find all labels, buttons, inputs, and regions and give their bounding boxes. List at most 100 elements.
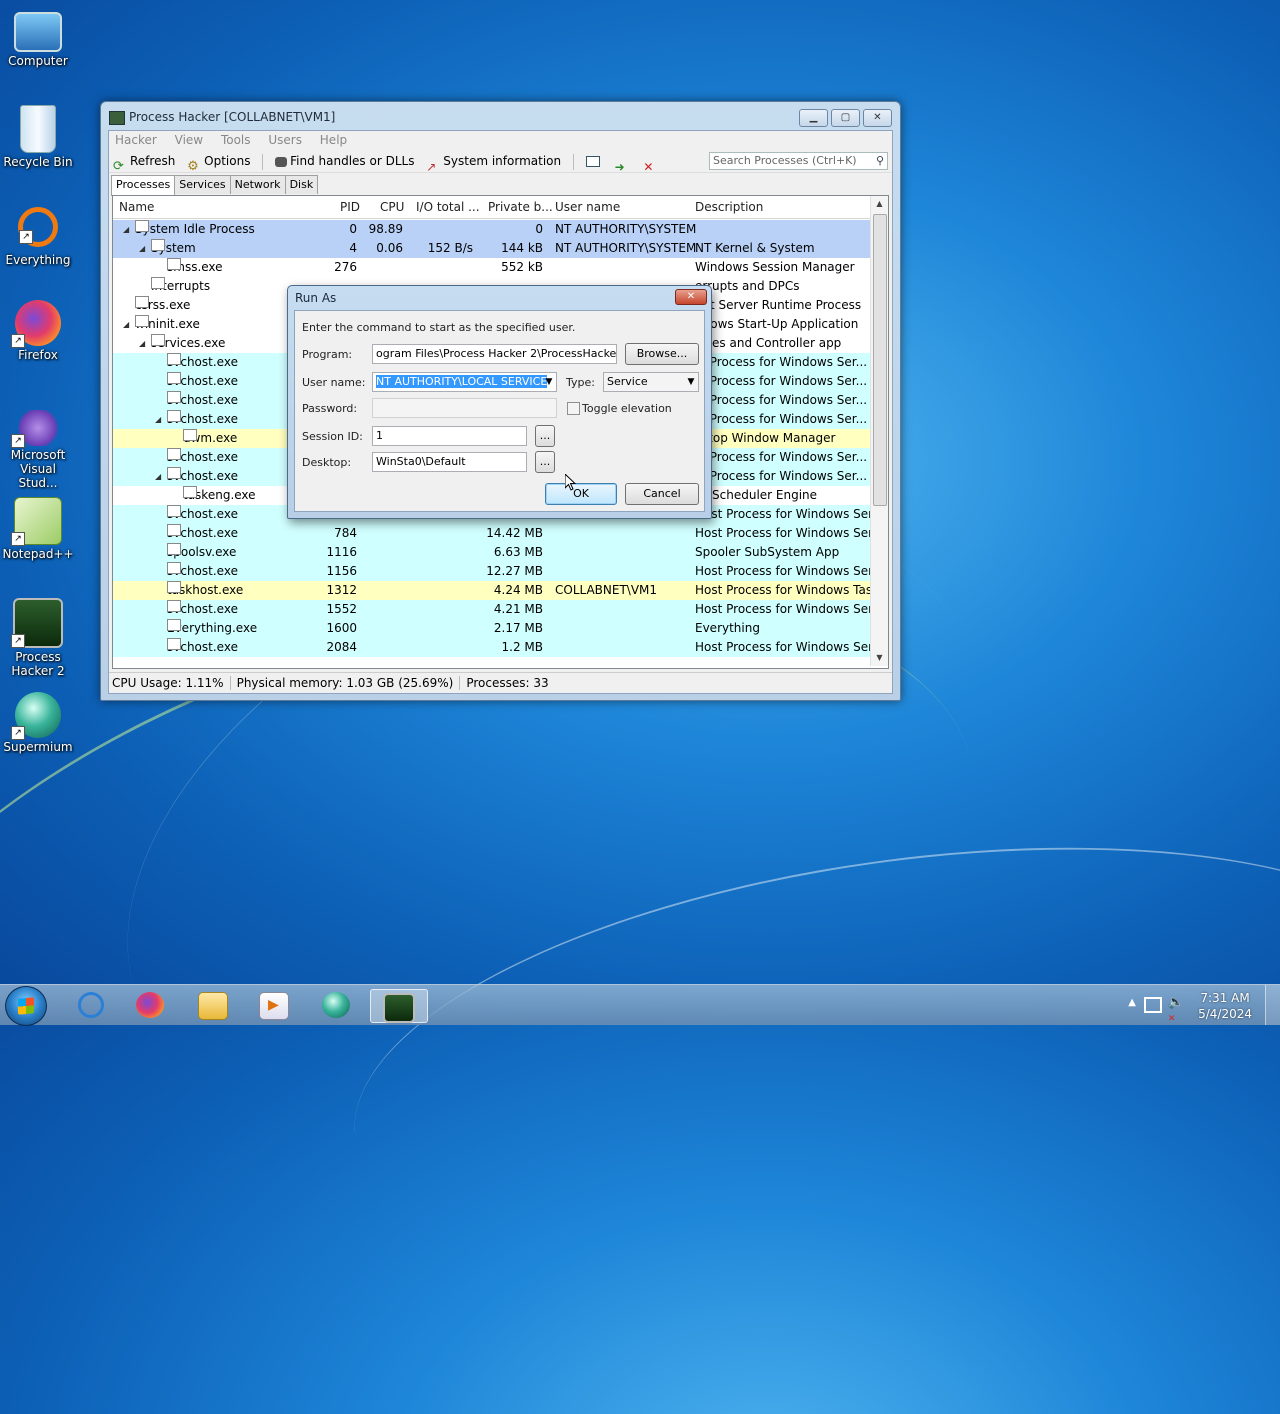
column-private-bytes[interactable]: Private b... <box>488 196 553 218</box>
process-hacker-icon: ↗ <box>11 598 63 648</box>
table-row[interactable]: svchost.exe 784 14.42 MB Host Process for W… <box>113 524 883 543</box>
desktop-icon-recycle-bin[interactable]: Recycle Bin <box>2 105 74 169</box>
table-row[interactable]: ◢ System Idle Process 0 98.89 0 NT AUTHORITY\… <box>113 220 870 239</box>
desktop-icon-visual-studio[interactable]: ↗ Microsoft Visual Stud... <box>2 410 74 490</box>
username-combo[interactable]: NT AUTHORITY\LOCAL SERVICE ▼ <box>372 372 557 392</box>
menu-hacker[interactable]: Hacker <box>115 133 157 147</box>
process-name-cell: csrss.exe <box>135 296 190 315</box>
taskbar-media-player[interactable]: ▶ <box>247 989 299 1021</box>
tree-expander[interactable]: ◢ <box>123 220 129 239</box>
menu-help[interactable]: Help <box>320 133 347 147</box>
close-button[interactable]: ✕ <box>863 109 892 127</box>
scroll-up-arrow[interactable]: ▲ <box>871 196 888 212</box>
system-info-button[interactable]: ↗ System information <box>426 150 561 174</box>
dialog-close-button[interactable]: ✕ <box>675 289 707 305</box>
menu-tools[interactable]: Tools <box>221 133 251 147</box>
tree-expander[interactable]: ◢ <box>139 239 145 258</box>
taskbar-internet-explorer[interactable] <box>64 989 116 1021</box>
volume-muted-icon[interactable]: 🔈✕ <box>1168 995 1184 1025</box>
scrollbar-thumb[interactable] <box>873 214 887 506</box>
options-button[interactable]: ⚙ Options <box>187 150 250 174</box>
desktop-icon-label: Everything <box>5 253 71 267</box>
tree-expander[interactable]: ◢ <box>123 315 129 334</box>
process-icon <box>167 505 181 517</box>
tab-processes[interactable]: Processes <box>111 175 176 196</box>
ok-button[interactable]: OK <box>545 483 617 505</box>
type-select[interactable]: Service ▼ <box>603 372 699 392</box>
maximize-button[interactable]: ▢ <box>831 109 860 127</box>
chevron-down-icon[interactable]: ▼ <box>684 373 698 391</box>
tree-expander[interactable]: ◢ <box>155 410 161 429</box>
find-handles-button[interactable]: Find handles or DLLs <box>275 150 414 172</box>
table-row[interactable]: svchost.exe 2084 1.2 MB Host Process for Wi… <box>113 638 883 657</box>
search-input[interactable]: Search Processes (Ctrl+K) ⚲ <box>709 152 888 170</box>
column-cpu[interactable]: CPU <box>380 196 404 218</box>
tab-network[interactable]: Network <box>229 175 286 194</box>
desktop-icon-computer[interactable]: Computer <box>2 8 74 68</box>
menu-users[interactable]: Users <box>268 133 302 147</box>
program-field[interactable]: ogram Files\Process Hacker 2\ProcessHack… <box>372 344 617 364</box>
process-icon <box>151 277 165 289</box>
table-row[interactable]: svchost.exe 1156 12.27 MB Host Process for … <box>113 562 883 581</box>
session-picker-button[interactable]: ... <box>535 425 555 447</box>
column-io[interactable]: I/O total ... <box>416 196 480 218</box>
desktop-icon-notepadpp[interactable]: ↗ Notepad++ <box>2 497 74 561</box>
process-name-cell: Interrupts <box>151 277 210 296</box>
column-name[interactable]: Name <box>119 196 154 218</box>
table-row[interactable]: spoolsv.exe 1116 6.63 MB Spooler SubSystem … <box>113 543 870 562</box>
start-button[interactable] <box>5 986 47 1026</box>
password-field[interactable] <box>372 398 557 418</box>
window-titlebar[interactable]: Process Hacker [COLLABNET\VM1] <box>109 110 800 128</box>
scroll-down-arrow[interactable]: ▼ <box>871 650 888 666</box>
tree-expander[interactable]: ◢ <box>155 467 161 486</box>
column-description[interactable]: Description <box>695 196 763 218</box>
desktop-icon-everything[interactable]: ↗ Everything <box>2 203 74 267</box>
taskbar-supermium[interactable] <box>310 989 362 1021</box>
show-hidden-icons-button[interactable]: ▲ <box>1128 997 1136 1008</box>
column-user-name[interactable]: User name <box>555 196 620 218</box>
desktop-icon-firefox[interactable]: ↗ Firefox <box>2 300 74 362</box>
network-icon[interactable] <box>1144 997 1162 1013</box>
desktop-icon-label: Recycle Bin <box>3 155 73 169</box>
taskbar-file-explorer[interactable] <box>186 989 238 1021</box>
cancel-button[interactable]: Cancel <box>625 483 699 505</box>
terminate-button[interactable]: ✕ <box>643 150 660 174</box>
process-icon <box>167 600 181 612</box>
desktop-field[interactable]: WinSta0\Default <box>372 452 527 472</box>
desktop-picker-button[interactable]: ... <box>535 451 555 473</box>
minimize-button[interactable]: ▁ <box>799 109 828 127</box>
desktop-icon-supermium[interactable]: ↗ Supermium <box>2 692 74 754</box>
table-row[interactable]: Everything.exe 1600 2.17 MB Everything <box>113 619 870 638</box>
process-private-bytes: 2.17 MB <box>493 621 543 635</box>
refresh-button[interactable]: ⟳ Refresh <box>113 150 175 174</box>
clock-date: 5/4/2024 <box>1198 1007 1252 1021</box>
desktop-icon-label: Computer <box>8 54 68 68</box>
vertical-scrollbar[interactable]: ▲ ▼ <box>870 196 888 666</box>
clock[interactable]: 7:31 AM 5/4/2024 <box>1198 990 1252 1022</box>
password-label: Password: <box>302 402 358 415</box>
taskbar-firefox[interactable] <box>124 989 176 1021</box>
table-row[interactable]: ◢ System 4 0.06 152 B/s 144 kB NT AUTHORITY\SY… <box>113 239 870 258</box>
session-id-value: 1 <box>376 429 383 442</box>
browse-button[interactable]: Browse... <box>625 343 699 365</box>
table-row[interactable]: svchost.exe 1552 4.21 MB Host Process for W… <box>113 600 883 619</box>
table-row[interactable]: smss.exe 276 552 kB Windows Session Manager <box>113 258 870 277</box>
toggle-elevation-checkbox[interactable] <box>567 402 580 415</box>
show-desktop-button[interactable] <box>1265 985 1280 1025</box>
process-name-cell: svchost.exe <box>167 524 238 543</box>
run-button[interactable]: ➜ <box>615 150 632 174</box>
window-toggle-button[interactable] <box>585 150 603 172</box>
table-row[interactable]: taskhost.exe 1312 4.24 MB COLLABNET\VM1 Host… <box>113 581 884 600</box>
taskbar-process-hacker[interactable] <box>370 989 428 1023</box>
session-id-field[interactable]: 1 <box>372 426 527 446</box>
desktop-icon-process-hacker[interactable]: ↗ Process Hacker 2 <box>2 598 74 678</box>
tab-services[interactable]: Services <box>174 175 231 194</box>
process-description: st Process for Windows Ser... <box>695 393 868 407</box>
tab-disk[interactable]: Disk <box>284 175 319 194</box>
chevron-down-icon[interactable]: ▼ <box>542 373 556 391</box>
process-pid: 2084 <box>326 640 357 654</box>
menu-view[interactable]: View <box>175 133 203 147</box>
process-pid: 1552 <box>326 602 357 616</box>
tree-expander[interactable]: ◢ <box>139 334 145 353</box>
column-pid[interactable]: PID <box>340 196 360 218</box>
